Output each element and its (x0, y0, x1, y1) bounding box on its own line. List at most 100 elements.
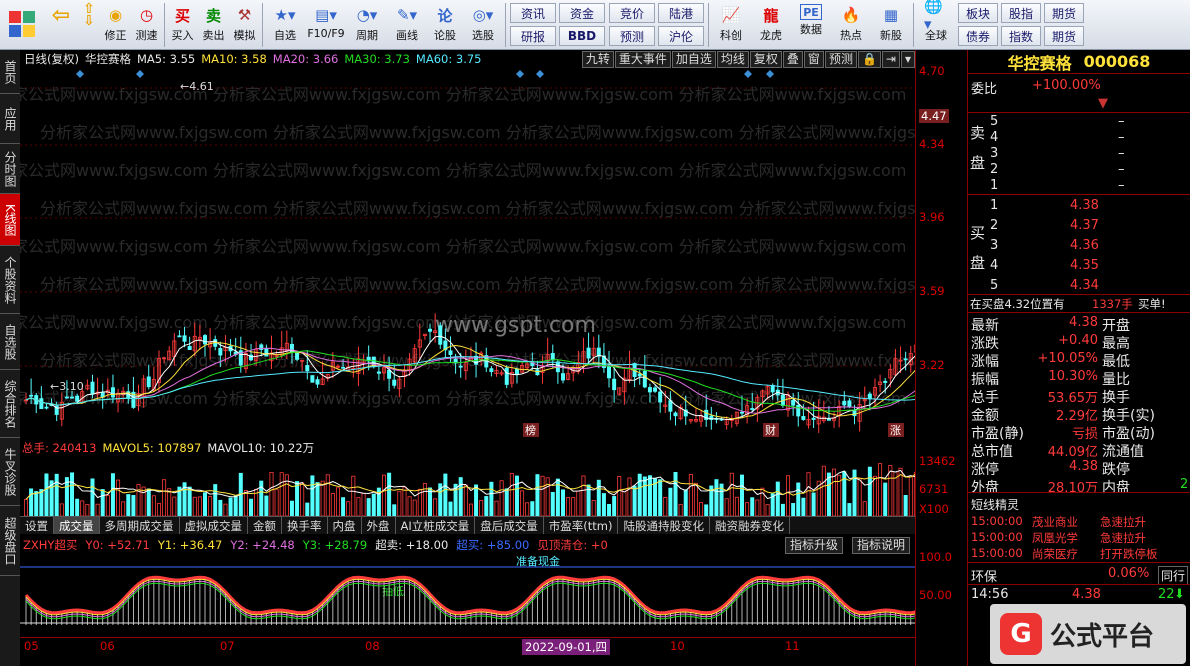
collapse-icon[interactable]: ▼ (1098, 96, 1108, 111)
tab-margin[interactable]: 融资融券变化 (710, 517, 790, 534)
sell-depth-label: 卖盘 (970, 124, 986, 172)
tab-add-watchlist[interactable]: 加自选 (671, 51, 716, 68)
bbd-button[interactable]: BBD (559, 26, 605, 46)
indicator-help-button[interactable]: 指标说明 (852, 537, 911, 554)
tab-watchlist[interactable]: 自选股 (0, 314, 20, 370)
tab-major-events[interactable]: 重大事件 (614, 51, 671, 68)
candle-body (647, 387, 652, 393)
stock-select-button[interactable]: ◎▾ 选股 (463, 0, 503, 48)
dragon-tiger-button[interactable]: 龍龙虎 (751, 0, 791, 48)
forum-button[interactable]: 论论股 (427, 0, 463, 48)
index-button[interactable]: 指数 (1001, 26, 1041, 46)
kline-chart[interactable]: 分析家公式网www.fxjgsw.com 分析家公式网www.fxjgsw.co… (0, 50, 966, 440)
volume-bar (80, 500, 85, 517)
volume-bar (29, 488, 34, 517)
volume-bar (550, 491, 555, 517)
star-market-button[interactable]: 📈 科创 (711, 0, 751, 48)
quote-label: 市盈(静) (971, 426, 1024, 442)
back-button[interactable]: ⇦ (44, 0, 78, 48)
volume-bar (862, 501, 867, 517)
volume-bar (591, 499, 596, 517)
tab-virtual-volume[interactable]: 虚拟成交量 (180, 517, 248, 534)
period-button[interactable]: ◔▾ 周期 (347, 0, 387, 48)
watchlist-button[interactable]: ★▾ 自选 (265, 0, 305, 48)
new-ipo-button[interactable]: ▦ 新股 (871, 0, 911, 48)
tab-kline[interactable]: K线图 (0, 194, 20, 246)
tab-after-hours-volume[interactable]: 盘后成交量 (475, 517, 544, 534)
pending-order-tag: 买单! (1138, 297, 1166, 311)
global-button[interactable]: 🌐▾ 全球 (916, 0, 956, 48)
bond-button[interactable]: 债券 (958, 26, 998, 46)
futures-button[interactable]: 期货 (1044, 3, 1084, 23)
volume-bar (642, 476, 647, 517)
tab-ai-volume[interactable]: AI立桩成交量 (396, 517, 476, 534)
volume-bar (39, 489, 44, 517)
f10-button[interactable]: ▤▾ F10/F9 (305, 0, 347, 48)
tab-outer[interactable]: 外盘 (362, 517, 396, 534)
volume-bar (796, 482, 801, 517)
tab-ma[interactable]: 均线 (716, 51, 749, 68)
funds-button[interactable]: 资金 (559, 3, 605, 23)
tab-apps[interactable]: 应用 (0, 94, 20, 144)
volume-bar (300, 482, 305, 517)
sprite-stock[interactable]: 尚荣医疗 (1032, 546, 1078, 562)
dropdown-icon[interactable]: ▾ (900, 51, 915, 68)
bg-watermark: 分析家公式网www.fxjgsw.com 分析家公式网www.fxjgsw.co… (40, 123, 915, 142)
tab-jiuzhuan[interactable]: 九转 (581, 51, 614, 68)
tab-forecast[interactable]: 预测 (824, 51, 857, 68)
simulate-button[interactable]: ⚒ 模拟 (229, 0, 260, 48)
sector-peer-tab[interactable]: 同行 (1158, 566, 1189, 585)
event-diamond-icon (766, 70, 774, 78)
forecast-button[interactable]: 预测 (609, 26, 655, 46)
candle-body (264, 348, 269, 357)
tab-turnover[interactable]: 换手率 (282, 517, 328, 534)
sector-button[interactable]: 板块 (958, 3, 998, 23)
hk-connect-button[interactable]: 陆港 (658, 3, 704, 23)
volume-bar (85, 504, 90, 517)
sprite-stock[interactable]: 凤凰光学 (1032, 530, 1078, 546)
draw-line-button[interactable]: ✎▾ 画线 (387, 0, 427, 48)
tab-window[interactable]: 窗 (803, 51, 824, 68)
news-button[interactable]: 资讯 (510, 3, 556, 23)
volume-bar (116, 479, 121, 517)
kline-header: 日线(复权) 华控赛格 MA5: 3.55 MA10: 3.58 MA20: 3… (20, 50, 481, 68)
tab-pe-ttm[interactable]: 市盈率(ttm) (544, 517, 619, 534)
buy-button[interactable]: 买买入 (167, 0, 198, 48)
tab-northbound[interactable]: 陆股通持股变化 (618, 517, 710, 534)
lock-icon[interactable]: 🔒 (857, 51, 881, 68)
tab-home[interactable]: 首页 (0, 50, 20, 94)
tab-amount[interactable]: 金额 (248, 517, 282, 534)
volume-chart[interactable] (20, 454, 918, 517)
tab-multi-period-volume[interactable]: 多周期成交量 (100, 517, 180, 534)
tab-intraday[interactable]: 分时图 (0, 144, 20, 194)
auction-button[interactable]: 竞价 (609, 3, 655, 23)
fix-button[interactable]: ◉ 修正 (100, 0, 131, 48)
hotspot-button[interactable]: 🔥 热点 (831, 0, 871, 48)
research-button[interactable]: 研报 (510, 26, 556, 46)
volume-bar (821, 465, 826, 517)
up-down-button[interactable]: ⇧ ⇩ (78, 0, 100, 48)
data-button[interactable]: PE 数据 (791, 0, 831, 48)
app-logo-icon[interactable] (0, 0, 44, 48)
volume-bar (141, 486, 146, 517)
tab-adjust[interactable]: 复权 (749, 51, 782, 68)
tab-volume[interactable]: 成交量 (54, 517, 100, 534)
tab-diagnosis[interactable]: 牛叉诊股 (0, 438, 20, 506)
tab-super-depth[interactable]: 超级盘口 (0, 506, 20, 576)
x-tick: 11 (785, 639, 800, 653)
exit-icon[interactable]: ⇥ (881, 51, 900, 68)
indicator-upgrade-button[interactable]: 指标升级 (785, 537, 844, 554)
tab-profile[interactable]: 个股资料 (0, 246, 20, 314)
tab-settings[interactable]: 设置 (20, 517, 54, 534)
tab-overlay[interactable]: 叠 (782, 51, 803, 68)
sell-button[interactable]: 卖卖出 (198, 0, 229, 48)
speed-test-button[interactable]: ◷ 测速 (131, 0, 162, 48)
volume-bar (162, 479, 167, 517)
shanghai-london-button[interactable]: 沪伦 (658, 26, 704, 46)
sprite-stock[interactable]: 茂业商业 (1032, 514, 1078, 530)
futures2-button[interactable]: 期货 (1044, 26, 1084, 46)
oscillator-chart[interactable]: 准备现金 抽低 (20, 553, 917, 637)
index-futures-button[interactable]: 股指 (1001, 3, 1041, 23)
tab-ranking[interactable]: 综合排名 (0, 370, 20, 438)
tab-inner[interactable]: 内盘 (328, 517, 362, 534)
